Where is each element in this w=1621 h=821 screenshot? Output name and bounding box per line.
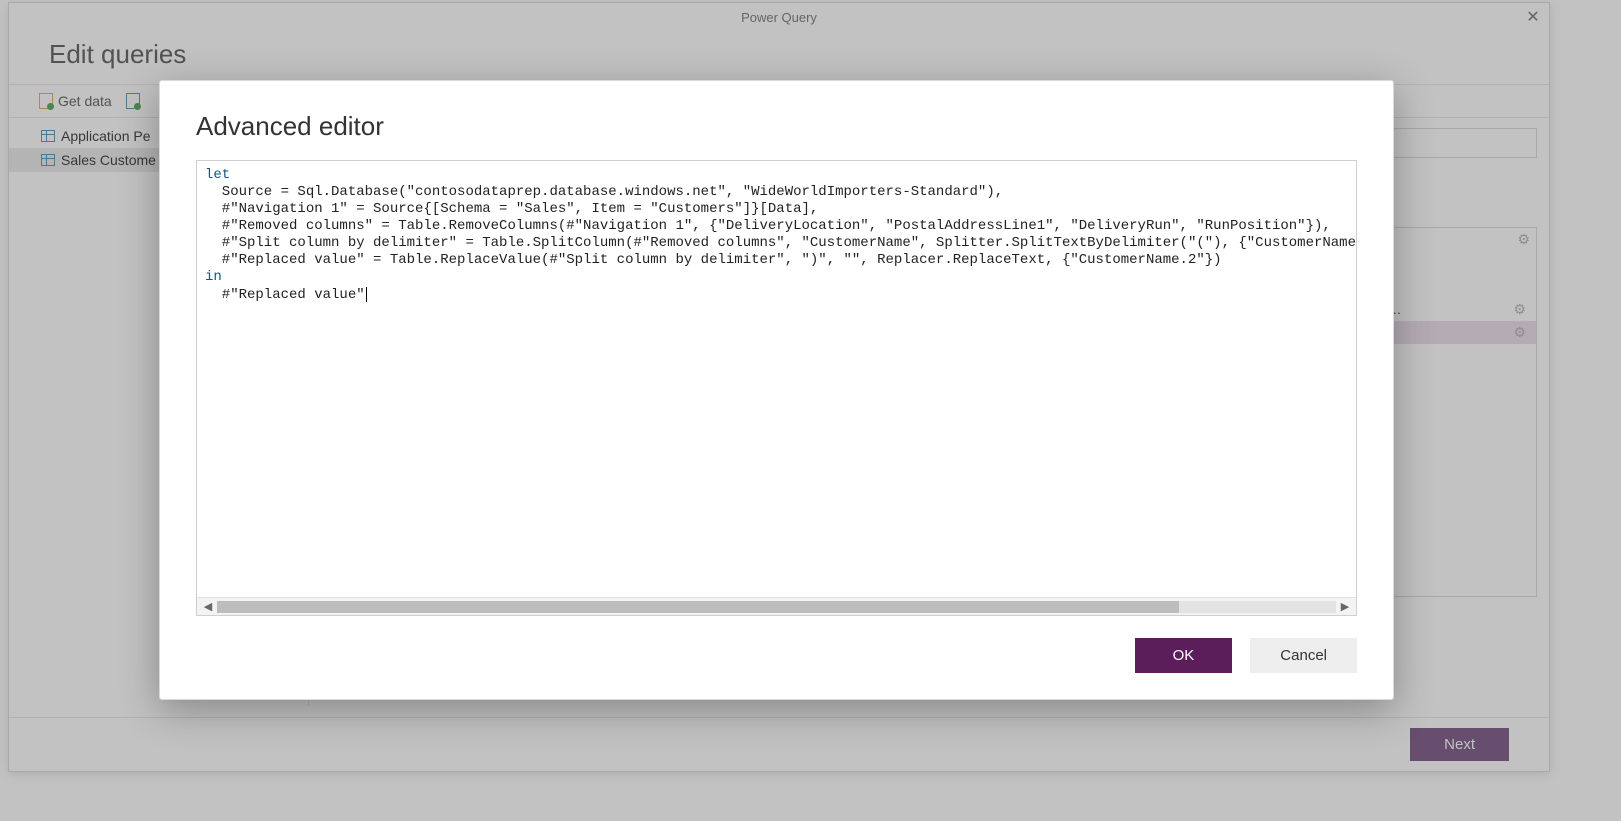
cancel-button[interactable]: Cancel bbox=[1250, 638, 1357, 673]
code-editor[interactable]: let Source = Sql.Database("contosodatapr… bbox=[196, 160, 1357, 616]
dialog-buttons: OK Cancel bbox=[196, 638, 1357, 673]
scroll-thumb[interactable] bbox=[217, 601, 1179, 613]
dialog-title: Advanced editor bbox=[196, 111, 1357, 142]
horizontal-scrollbar[interactable]: ◀ ▶ bbox=[197, 597, 1356, 615]
ok-button[interactable]: OK bbox=[1135, 638, 1233, 673]
scroll-track[interactable] bbox=[217, 601, 1336, 613]
scroll-left-icon[interactable]: ◀ bbox=[201, 600, 215, 613]
code-text[interactable]: let Source = Sql.Database("contosodatapr… bbox=[205, 167, 1356, 304]
scroll-right-icon[interactable]: ▶ bbox=[1338, 600, 1352, 613]
advanced-editor-dialog: Advanced editor let Source = Sql.Databas… bbox=[159, 80, 1394, 700]
